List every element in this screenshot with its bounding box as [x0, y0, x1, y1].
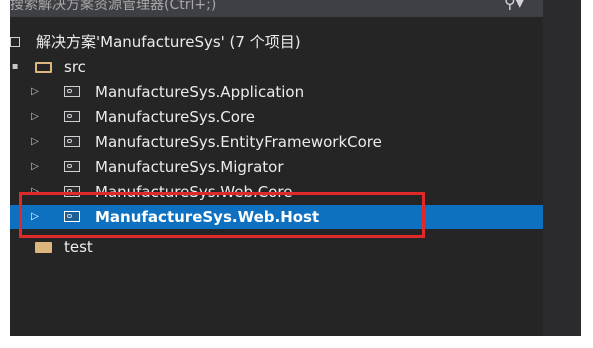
expand-arrow-icon[interactable]: ▷: [28, 80, 42, 104]
project-label: ManufactureSys.Core: [95, 108, 256, 126]
search-bar[interactable]: 搜索解决方案资源管理器(Ctrl+;) ⚲▾: [10, 0, 543, 17]
folder-label-src: src: [64, 58, 86, 76]
collapse-arrow-icon[interactable]: ▪: [10, 55, 22, 79]
search-placeholder: 搜索解决方案资源管理器(Ctrl+;): [10, 0, 217, 13]
tree-item-project[interactable]: ▷ ManufactureSys.EntityFrameworkCore: [10, 130, 543, 154]
search-icon[interactable]: ⚲▾: [504, 0, 532, 14]
tree-item-project[interactable]: ▷ ManufactureSys.Application: [10, 80, 543, 104]
project-label: ManufactureSys.Application: [95, 83, 305, 101]
csharp-project-icon: [64, 86, 80, 97]
folder-open-icon: [35, 62, 52, 73]
scrollbar-gutter[interactable]: [543, 0, 581, 336]
csharp-project-icon: [64, 136, 80, 147]
csharp-project-icon: [64, 186, 80, 197]
project-label: ManufactureSys.Web.Host: [95, 208, 320, 226]
web-project-icon: [64, 211, 80, 222]
solution-icon: [10, 37, 20, 47]
expand-arrow-icon[interactable]: ▷: [28, 180, 42, 204]
expand-arrow-icon[interactable]: ▷: [28, 205, 42, 229]
tree-item-solution[interactable]: 解决方案'ManufactureSys' (7 个项目): [10, 30, 543, 54]
tree-item-folder-test[interactable]: test: [10, 235, 543, 259]
tree-item-folder-src[interactable]: ▪ src: [10, 55, 543, 79]
project-label: ManufactureSys.Web.Core: [95, 183, 293, 201]
solution-explorer-panel: 搜索解决方案资源管理器(Ctrl+;) ⚲▾ 解决方案'ManufactureS…: [10, 0, 543, 336]
csharp-project-icon: [64, 161, 80, 172]
tree-item-project[interactable]: ▷ ManufactureSys.Web.Core: [10, 180, 543, 204]
project-label: ManufactureSys.EntityFrameworkCore: [95, 133, 382, 151]
project-label: ManufactureSys.Migrator: [95, 158, 284, 176]
solution-label: 解决方案'ManufactureSys' (7 个项目): [36, 33, 301, 51]
csharp-project-icon: [64, 111, 80, 122]
folder-icon: [35, 242, 52, 253]
tree-item-project[interactable]: ▷ ManufactureSys.Migrator: [10, 155, 543, 179]
expand-arrow-icon[interactable]: ▷: [28, 155, 42, 179]
tree-item-project-selected[interactable]: ▷ ManufactureSys.Web.Host: [10, 205, 543, 229]
expand-arrow-icon[interactable]: ▷: [28, 105, 42, 129]
folder-label-test: test: [64, 238, 93, 256]
expand-arrow-icon[interactable]: ▷: [28, 130, 42, 154]
tree-item-project[interactable]: ▷ ManufactureSys.Core: [10, 105, 543, 129]
